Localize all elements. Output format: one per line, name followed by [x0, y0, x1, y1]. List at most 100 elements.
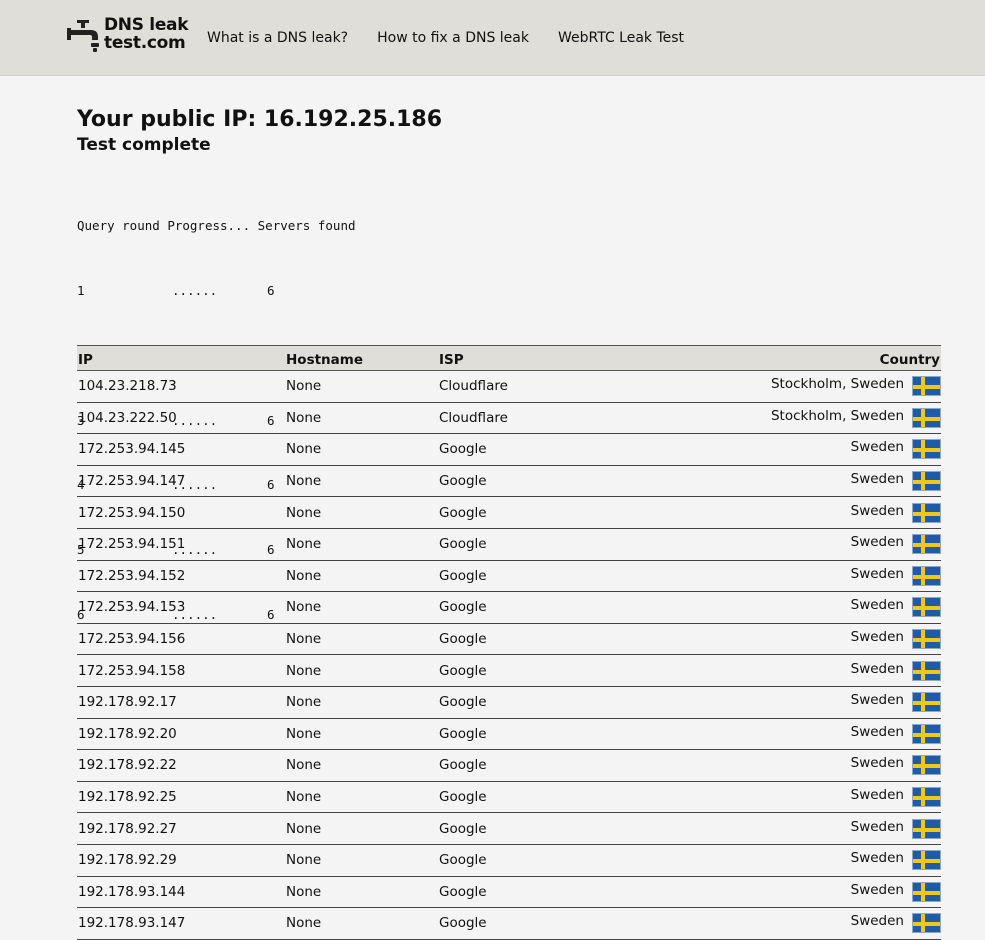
col-header-country: Country: [638, 345, 941, 371]
cell-hostname: None: [285, 781, 438, 814]
cell-ip: 192.178.92.27: [77, 812, 285, 845]
table-row: 172.253.94.156 None Google Sweden: [77, 623, 941, 656]
sweden-flag-icon: [912, 755, 941, 776]
sweden-flag-icon: [912, 881, 941, 902]
table-header-row: IP Hostname ISP Country: [77, 345, 941, 371]
table-row: 192.178.93.144 None Google Sweden: [77, 876, 941, 909]
cell-hostname: None: [285, 654, 438, 687]
cell-hostname: None: [285, 686, 438, 719]
logo-line-1: DNS leak: [104, 15, 189, 35]
cell-hostname: None: [285, 402, 438, 435]
country-label: Sweden: [850, 660, 904, 677]
cell-country: Sweden: [638, 718, 941, 751]
cell-isp: Google: [438, 496, 638, 529]
cell-hostname: None: [285, 496, 438, 529]
cell-ip: 172.253.94.145: [77, 433, 285, 466]
faucet-logo-icon: [67, 20, 99, 52]
sweden-flag-icon: [912, 850, 941, 871]
cell-hostname: None: [285, 876, 438, 909]
table-body: 104.23.218.73 None Cloudflare Stockholm, Sw…: [77, 370, 941, 940]
cell-hostname: None: [285, 528, 438, 561]
cell-hostname: None: [285, 560, 438, 593]
logo-text: DNS leak test.com: [104, 15, 189, 53]
cell-ip: 172.253.94.153: [77, 591, 285, 624]
table-row: 172.253.94.152 None Google Sweden: [77, 560, 941, 593]
cell-isp: Google: [438, 528, 638, 561]
country-label: Sweden: [850, 881, 904, 898]
cell-country: Sweden: [638, 623, 941, 656]
cell-country: Sweden: [638, 591, 941, 624]
cell-country: Sweden: [638, 844, 941, 877]
cell-ip: 104.23.222.50: [77, 402, 285, 435]
cell-country: Sweden: [638, 686, 941, 719]
cell-country: Sweden: [638, 528, 941, 561]
sweden-flag-icon: [912, 565, 941, 586]
cell-hostname: None: [285, 370, 438, 403]
cell-hostname: None: [285, 718, 438, 751]
cell-country: Sweden: [638, 876, 941, 909]
country-label: Sweden: [850, 534, 904, 551]
cell-ip: 172.253.94.150: [77, 496, 285, 529]
cell-isp: Google: [438, 686, 638, 719]
nav-webrtc-leak-test[interactable]: WebRTC Leak Test: [558, 30, 684, 46]
cell-isp: Google: [438, 781, 638, 814]
nav-how-to-fix[interactable]: How to fix a DNS leak: [377, 30, 529, 46]
sweden-flag-icon: [912, 629, 941, 650]
cell-isp: Google: [438, 591, 638, 624]
country-label: Sweden: [850, 850, 904, 867]
cell-country: Sweden: [638, 781, 941, 814]
query-row: 1...... 6: [77, 280, 941, 302]
sweden-flag-icon: [912, 660, 941, 681]
table-row: 172.253.94.151 None Google Sweden: [77, 528, 941, 561]
cell-country: Sweden: [638, 465, 941, 498]
cell-ip: 192.178.92.22: [77, 749, 285, 782]
query-header-row: Query round Progress... Servers found: [77, 215, 941, 237]
sweden-flag-icon: [912, 502, 941, 523]
cell-isp: Google: [438, 907, 638, 940]
query-header-progress: Progress...: [167, 218, 251, 234]
cell-ip: 172.253.94.158: [77, 654, 285, 687]
public-ip-heading: Your public IP: 16.192.25.186: [77, 107, 443, 132]
main-content: Your public IP: 16.192.25.186 Test compl…: [77, 106, 941, 940]
logo-line-2: test.com: [104, 33, 186, 53]
cell-hostname: None: [285, 465, 438, 498]
table-row: 104.23.222.50 None Cloudflare Stockholm, Sw…: [77, 402, 941, 435]
sweden-flag-icon: [912, 692, 941, 713]
cell-country: Sweden: [638, 812, 941, 845]
nav-what-is-dns-leak[interactable]: What is a DNS leak?: [207, 30, 348, 46]
cell-hostname: None: [285, 907, 438, 940]
col-header-ip: IP: [77, 345, 285, 371]
query-round: 1: [77, 282, 85, 298]
country-label: Sweden: [850, 471, 904, 488]
cell-isp: Google: [438, 433, 638, 466]
table-row: 172.253.94.158 None Google Sweden: [77, 654, 941, 687]
query-header-round: Query round: [77, 218, 160, 234]
cell-hostname: None: [285, 433, 438, 466]
cell-ip: 192.178.93.144: [77, 876, 285, 909]
cell-hostname: None: [285, 623, 438, 656]
cell-isp: Cloudflare: [438, 370, 638, 403]
country-label: Sweden: [850, 502, 904, 519]
cell-ip: 192.178.92.20: [77, 718, 285, 751]
sweden-flag-icon: [912, 787, 941, 808]
cell-isp: Google: [438, 718, 638, 751]
table-row: 172.253.94.150 None Google Sweden: [77, 496, 941, 529]
cell-ip: 172.253.94.147: [77, 465, 285, 498]
cell-isp: Google: [438, 654, 638, 687]
table-row: 172.253.94.153 None Google Sweden: [77, 591, 941, 624]
cell-isp: Google: [438, 876, 638, 909]
cell-country: Stockholm, Sweden: [638, 402, 941, 435]
country-label: Sweden: [850, 755, 904, 772]
table-row: 172.253.94.147 None Google Sweden: [77, 465, 941, 498]
cell-ip: 192.178.92.25: [77, 781, 285, 814]
cell-isp: Google: [438, 465, 638, 498]
site-logo-link[interactable]: DNS leak test.com: [67, 14, 192, 58]
country-label: Sweden: [850, 597, 904, 614]
sweden-flag-icon: [912, 376, 941, 397]
table-row: 192.178.92.20 None Google Sweden: [77, 718, 941, 751]
sweden-flag-icon: [912, 439, 941, 460]
cell-country: Sweden: [638, 749, 941, 782]
test-status: Test complete: [77, 135, 211, 155]
query-progress: ......: [172, 282, 218, 298]
cell-hostname: None: [285, 591, 438, 624]
